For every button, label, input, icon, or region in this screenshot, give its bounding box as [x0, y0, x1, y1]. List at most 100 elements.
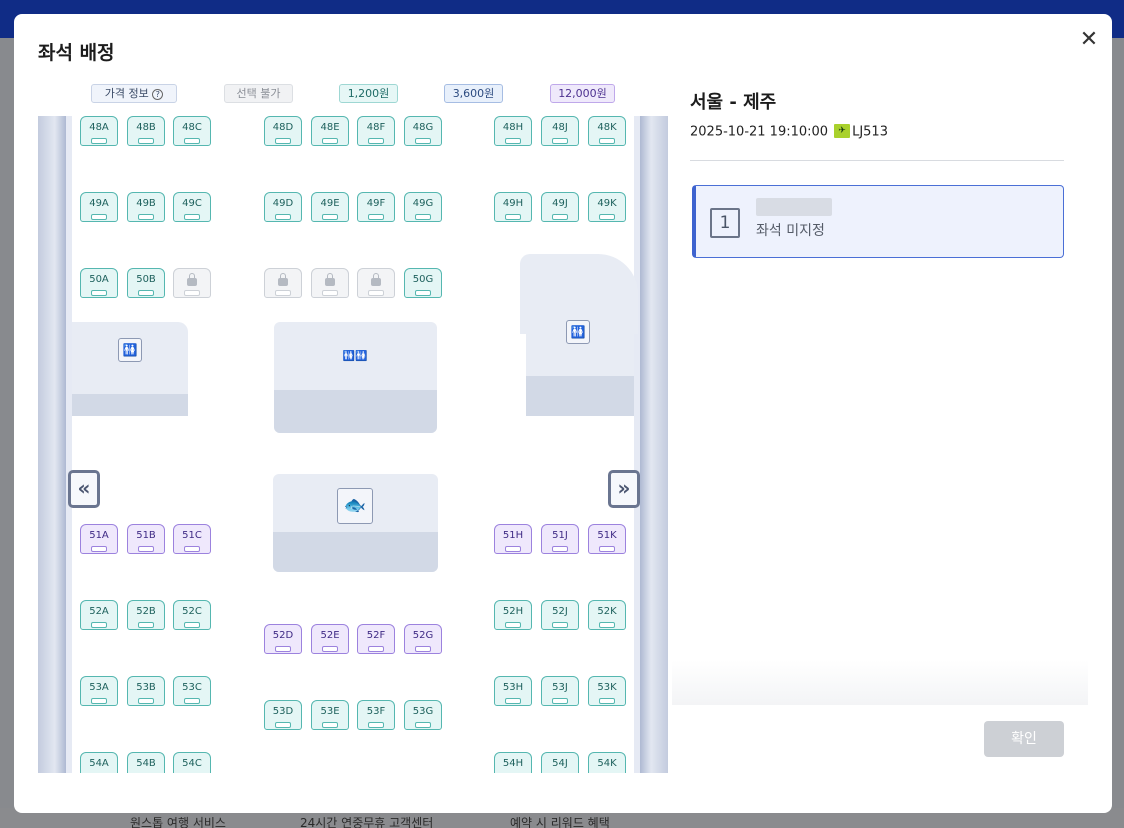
seat-52b[interactable]: 52B	[127, 600, 165, 630]
fuselage-left	[38, 116, 66, 773]
galley-icon: 🐟	[337, 488, 373, 524]
seat-52j[interactable]: 52J	[541, 600, 579, 630]
seat-49k[interactable]: 49K	[588, 192, 626, 222]
seat-51h[interactable]: 51H	[494, 524, 532, 554]
seat-48g[interactable]: 48G	[404, 116, 442, 146]
lavatory-center: 🚻🚻	[274, 322, 437, 433]
price-info-label: 가격 정보	[104, 87, 149, 100]
seat-51c[interactable]: 51C	[173, 524, 211, 554]
passenger-card[interactable]: 1 좌석 미지정	[692, 185, 1064, 258]
seat-53k[interactable]: 53K	[588, 676, 626, 706]
seat-unavailable	[264, 268, 302, 298]
footer-item: 원스톱 여행 서비스	[130, 816, 226, 828]
seat-unavailable	[311, 268, 349, 298]
seat-54h[interactable]: 54H	[494, 752, 532, 773]
seat-50g[interactable]: 50G	[404, 268, 442, 298]
close-icon[interactable]: ✕	[1077, 28, 1101, 52]
lavatory-left: 🚻	[72, 322, 188, 416]
seat-49d[interactable]: 49D	[264, 192, 302, 222]
seat-52c[interactable]: 52C	[173, 600, 211, 630]
divider	[690, 160, 1064, 161]
seat-52e[interactable]: 52E	[311, 624, 349, 654]
seat-53h[interactable]: 53H	[494, 676, 532, 706]
seat-52k[interactable]: 52K	[588, 600, 626, 630]
lock-icon	[325, 273, 335, 286]
seat-49a[interactable]: 49A	[80, 192, 118, 222]
seat-53j[interactable]: 53J	[541, 676, 579, 706]
chevron-double-right-icon[interactable]: »	[608, 470, 640, 508]
seat-51b[interactable]: 51B	[127, 524, 165, 554]
lock-icon	[278, 273, 288, 286]
lavatory-right: 🚻	[526, 294, 634, 416]
legend-price-1200: 1,200원	[339, 84, 398, 103]
flight-info: 2025-10-21 19:10:00 ✈ LJ513	[690, 124, 888, 140]
passenger-name-redacted	[756, 198, 832, 216]
seat-unavailable	[173, 268, 211, 298]
seat-51k[interactable]: 51K	[588, 524, 626, 554]
seat-53b[interactable]: 53B	[127, 676, 165, 706]
legend-price-12000: 12,000원	[550, 84, 615, 103]
price-info-button[interactable]: 가격 정보 ?	[91, 84, 177, 103]
seat-48f[interactable]: 48F	[357, 116, 395, 146]
seat-53a[interactable]: 53A	[80, 676, 118, 706]
seat-49h[interactable]: 49H	[494, 192, 532, 222]
passenger-number-badge: 1	[710, 208, 740, 238]
lavatory-icon: 🚻🚻	[342, 351, 368, 362]
lavatory-icon: 🚻	[118, 338, 142, 362]
seat-54j[interactable]: 54J	[541, 752, 579, 773]
seat-54a[interactable]: 54A	[80, 752, 118, 773]
seat-48b[interactable]: 48B	[127, 116, 165, 146]
seat-54k[interactable]: 54K	[588, 752, 626, 773]
seat-48e[interactable]: 48E	[311, 116, 349, 146]
seat-50b[interactable]: 50B	[127, 268, 165, 298]
seat-48c[interactable]: 48C	[173, 116, 211, 146]
galley: 🐟	[273, 474, 438, 572]
seat-52g[interactable]: 52G	[404, 624, 442, 654]
background-page-right	[1112, 38, 1124, 808]
seat-49f[interactable]: 49F	[357, 192, 395, 222]
seat-48d[interactable]: 48D	[264, 116, 302, 146]
seat-status: 좌석 미지정	[756, 223, 825, 239]
seat-49b[interactable]: 49B	[127, 192, 165, 222]
seat-53e[interactable]: 53E	[311, 700, 349, 730]
background-page-left	[0, 38, 14, 808]
seat-53f[interactable]: 53F	[357, 700, 395, 730]
seat-51j[interactable]: 51J	[541, 524, 579, 554]
confirm-button[interactable]: 확인	[984, 721, 1064, 757]
seat-53d[interactable]: 53D	[264, 700, 302, 730]
help-circle-icon: ?	[152, 88, 164, 100]
seat-48j[interactable]: 48J	[541, 116, 579, 146]
jinair-logo-icon: ✈	[834, 124, 851, 138]
seat-52d[interactable]: 52D	[264, 624, 302, 654]
seat-52f[interactable]: 52F	[357, 624, 395, 654]
seat-48h[interactable]: 48H	[494, 116, 532, 146]
footer-item: 예약 시 리워드 혜택	[510, 816, 610, 828]
seat-unavailable	[357, 268, 395, 298]
seat-49e[interactable]: 49E	[311, 192, 349, 222]
cabin-wall-right	[634, 116, 640, 773]
seat-48a[interactable]: 48A	[80, 116, 118, 146]
flight-number: LJ513	[852, 124, 888, 140]
seat-53c[interactable]: 53C	[173, 676, 211, 706]
fuselage-right	[640, 116, 668, 773]
seat-49g[interactable]: 49G	[404, 192, 442, 222]
seat-49c[interactable]: 49C	[173, 192, 211, 222]
seat-53g[interactable]: 53G	[404, 700, 442, 730]
chevron-double-left-icon[interactable]: «	[68, 470, 100, 508]
seat-assignment-modal: 좌석 배정 ✕ 가격 정보 ? 선택 불가 1,200원 3,600원 12,0…	[14, 14, 1112, 813]
footer-fade	[672, 660, 1088, 705]
seat-52h[interactable]: 52H	[494, 600, 532, 630]
seat-50a[interactable]: 50A	[80, 268, 118, 298]
seat-48k[interactable]: 48K	[588, 116, 626, 146]
seat-51a[interactable]: 51A	[80, 524, 118, 554]
footer-item: 24시간 연중무휴 고객센터	[300, 816, 434, 828]
seat-49j[interactable]: 49J	[541, 192, 579, 222]
seat-54b[interactable]: 54B	[127, 752, 165, 773]
legend-price-3600: 3,600원	[444, 84, 503, 103]
lock-icon	[187, 273, 197, 286]
cabin-wall-left	[66, 116, 72, 773]
lavatory-icon: 🚻	[566, 320, 590, 344]
seat-52a[interactable]: 52A	[80, 600, 118, 630]
seat-map[interactable]: 48A 48B 48C 48D 48E 48F 48G 48H 48J 48K …	[38, 116, 668, 773]
seat-54c[interactable]: 54C	[173, 752, 211, 773]
